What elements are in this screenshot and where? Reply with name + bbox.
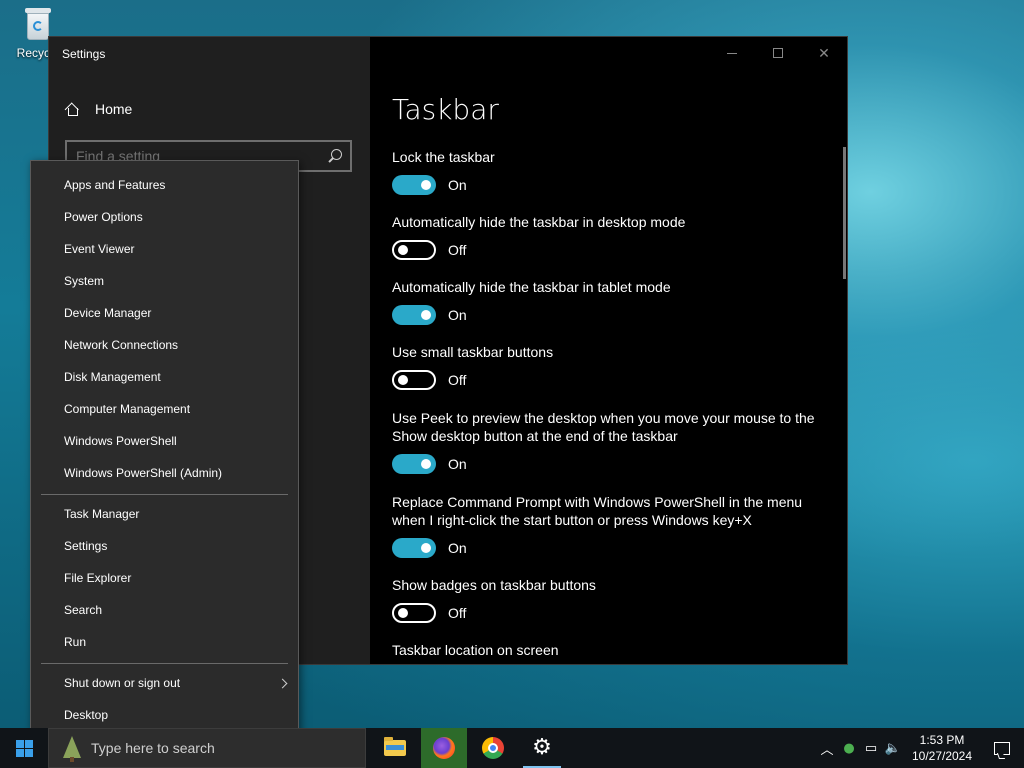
- home-nav-item[interactable]: Home: [64, 101, 133, 117]
- menu-item-device-manager[interactable]: Device Manager: [64, 306, 151, 320]
- show-hidden-icons-chevron[interactable]: ︿: [816, 728, 838, 768]
- taskbar-file-explorer[interactable]: [372, 728, 418, 768]
- menu-item-shut-down[interactable]: Shut down or sign out: [64, 676, 180, 690]
- firefox-icon: [433, 737, 455, 759]
- taskbar-search-placeholder: Type here to search: [91, 740, 215, 756]
- menu-item-task-manager[interactable]: Task Manager: [64, 507, 139, 521]
- setting-label: Automatically hide the taskbar in deskto…: [392, 214, 686, 230]
- peek-toggle[interactable]: [392, 454, 436, 474]
- system-tray: ︿ ● ▭ 🔈 1:53 PM 10/27/2024: [816, 728, 1024, 768]
- setting-badges: Show badges on taskbar buttons Off: [392, 576, 832, 623]
- setting-autohide-tablet: Automatically hide the taskbar in tablet…: [392, 278, 832, 325]
- menu-item-search[interactable]: Search: [64, 603, 102, 617]
- clock[interactable]: 1:53 PM 10/27/2024: [904, 732, 980, 764]
- menu-item-disk-management[interactable]: Disk Management: [64, 370, 161, 384]
- taskbar-settings[interactable]: ⚙: [519, 728, 565, 768]
- setting-powershell: Replace Command Prompt with Windows Powe…: [392, 493, 832, 558]
- home-label: Home: [95, 101, 133, 117]
- powershell-toggle[interactable]: [392, 538, 436, 558]
- menu-item-event-viewer[interactable]: Event Viewer: [64, 242, 134, 256]
- taskbar: Type here to search ⚙ ︿ ● ▭ 🔈 1:53 PM 10…: [0, 728, 1024, 768]
- volume-icon[interactable]: 🔈: [882, 728, 904, 768]
- chrome-icon: [482, 737, 504, 759]
- chevron-right-icon: [277, 678, 288, 689]
- setting-label: Show badges on taskbar buttons: [392, 577, 596, 593]
- page-title: Taskbar: [392, 93, 499, 126]
- toggle-state-text: On: [448, 307, 467, 323]
- taskbar-chrome[interactable]: [470, 728, 516, 768]
- setting-small-buttons: Use small taskbar buttons Off: [392, 343, 832, 390]
- clock-date: 10/27/2024: [911, 749, 973, 763]
- menu-item-desktop[interactable]: Desktop: [64, 708, 108, 722]
- menu-item-settings[interactable]: Settings: [64, 539, 107, 553]
- setting-label: Replace Command Prompt with Windows Powe…: [392, 494, 803, 528]
- menu-item-power-options[interactable]: Power Options: [64, 210, 143, 224]
- menu-item-file-explorer[interactable]: File Explorer: [64, 571, 131, 585]
- setting-lock-taskbar: Lock the taskbar On: [392, 148, 832, 195]
- home-icon: [64, 101, 81, 117]
- toggle-state-text: Off: [448, 372, 467, 388]
- toggle-state-text: On: [448, 456, 467, 472]
- toggle-state-text: On: [448, 540, 467, 556]
- action-center-button[interactable]: [980, 728, 1024, 768]
- menu-item-computer-management[interactable]: Computer Management: [64, 402, 190, 416]
- search-icon[interactable]: [331, 149, 342, 160]
- badges-toggle[interactable]: [392, 603, 436, 623]
- setting-peek: Use Peek to preview the desktop when you…: [392, 409, 832, 474]
- setting-label: Use small taskbar buttons: [392, 344, 554, 360]
- notification-icon: [994, 741, 1010, 755]
- search-highlight-tree-icon: [57, 733, 87, 763]
- file-explorer-icon: [384, 737, 406, 756]
- power-user-menu: Apps and Features Power Options Event Vi…: [30, 160, 299, 740]
- clock-time: 1:53 PM: [919, 733, 965, 747]
- setting-label: Use Peek to preview the desktop when you…: [392, 410, 815, 444]
- start-button[interactable]: [0, 728, 48, 768]
- autohide-tablet-toggle[interactable]: [392, 305, 436, 325]
- toggle-state-text: Off: [448, 605, 467, 621]
- menu-item-apps-features[interactable]: Apps and Features: [64, 178, 165, 192]
- toggle-state-text: On: [448, 177, 467, 193]
- taskbar-search-box[interactable]: Type here to search: [48, 728, 366, 768]
- menu-item-powershell-admin[interactable]: Windows PowerShell (Admin): [64, 466, 222, 480]
- content-scrollbar[interactable]: [843, 147, 846, 279]
- taskbar-settings-content: Taskbar Lock the taskbar On Automaticall…: [392, 37, 847, 664]
- setting-autohide-desktop: Automatically hide the taskbar in deskto…: [392, 213, 832, 260]
- menu-separator: [41, 494, 288, 495]
- menu-item-system[interactable]: System: [64, 274, 104, 288]
- lock-taskbar-toggle[interactable]: [392, 175, 436, 195]
- setting-label: Automatically hide the taskbar in tablet…: [392, 279, 671, 295]
- autohide-desktop-toggle[interactable]: [392, 240, 436, 260]
- toggle-state-text: Off: [448, 242, 467, 258]
- small-buttons-toggle[interactable]: [392, 370, 436, 390]
- menu-separator: [41, 663, 288, 664]
- window-title: Settings: [62, 47, 106, 61]
- menu-item-network-connections[interactable]: Network Connections: [64, 338, 178, 352]
- menu-item-powershell[interactable]: Windows PowerShell: [64, 434, 177, 448]
- user-status-icon[interactable]: ●: [838, 728, 860, 768]
- setting-taskbar-location: Taskbar location on screen: [392, 641, 832, 659]
- taskbar-firefox[interactable]: [421, 728, 467, 768]
- menu-item-run[interactable]: Run: [64, 635, 86, 649]
- settings-gear-icon: ⚙: [532, 735, 552, 760]
- taskbar-location-label: Taskbar location on screen: [392, 642, 559, 658]
- setting-label: Lock the taskbar: [392, 149, 495, 165]
- windows-logo-icon: [15, 739, 33, 757]
- network-icon[interactable]: ▭: [860, 728, 882, 768]
